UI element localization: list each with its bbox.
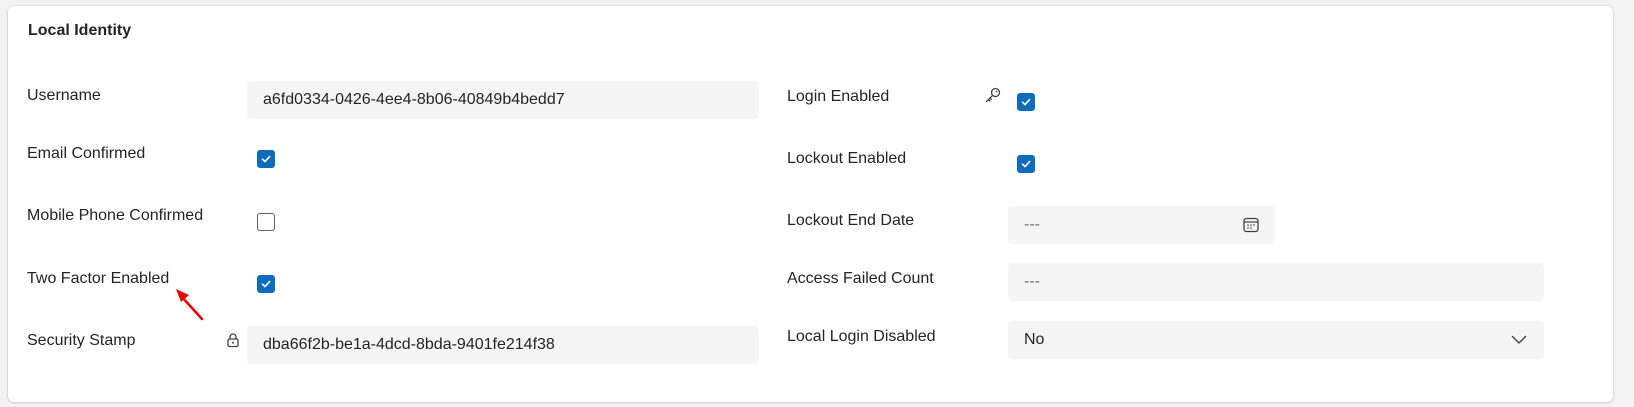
login-enabled-checkbox[interactable] [1017, 93, 1035, 111]
mobile-phone-confirmed-checkbox[interactable] [257, 213, 275, 231]
two-factor-enabled-checkbox[interactable] [257, 275, 275, 293]
section-title: Local Identity [28, 22, 132, 39]
key-icon [985, 87, 1001, 103]
lockout-end-date-label: Lockout End Date [787, 212, 915, 229]
two-factor-enabled-label: Two Factor Enabled [27, 270, 170, 287]
lockout-enabled-checkbox[interactable] [1017, 155, 1035, 173]
red-arrow-annotation-icon [176, 289, 204, 321]
security-stamp-field[interactable]: dba66f2b-be1a-4dcd-8bda-9401fe214f38 [247, 326, 759, 364]
username-field[interactable]: a6fd0334-0426-4ee4-8b06-40849b4bedd7 [247, 81, 759, 119]
access-failed-count-value: --- [1024, 273, 1040, 290]
username-value: a6fd0334-0426-4ee4-8b06-40849b4bedd7 [263, 91, 565, 108]
username-label: Username [27, 87, 101, 104]
lockout-end-date-input[interactable]: --- [1008, 206, 1275, 244]
security-stamp-label: Security Stamp [27, 332, 136, 349]
login-enabled-label: Login Enabled [787, 88, 890, 105]
check-icon [1021, 160, 1031, 168]
check-icon [1021, 98, 1031, 106]
lockout-enabled-label: Lockout Enabled [787, 150, 907, 167]
email-confirmed-label: Email Confirmed [27, 145, 146, 162]
chevron-down-icon[interactable] [1511, 335, 1527, 345]
local-login-disabled-dropdown[interactable]: No [1008, 321, 1544, 359]
access-failed-count-field[interactable]: --- [1008, 263, 1544, 301]
access-failed-count-label: Access Failed Count [787, 270, 934, 287]
local-identity-card: Local Identity Username a6fd0334-0426-4e… [8, 6, 1613, 402]
email-confirmed-checkbox[interactable] [257, 150, 275, 168]
local-login-disabled-label: Local Login Disabled [787, 328, 936, 345]
check-icon [261, 155, 271, 163]
local-login-disabled-value: No [1024, 331, 1045, 348]
security-stamp-value: dba66f2b-be1a-4dcd-8bda-9401fe214f38 [263, 336, 555, 353]
mobile-phone-confirmed-label: Mobile Phone Confirmed [27, 207, 204, 224]
check-icon [261, 280, 271, 288]
calendar-icon[interactable] [1242, 216, 1260, 234]
lockout-end-date-value: --- [1024, 216, 1040, 233]
lock-icon [227, 333, 239, 348]
